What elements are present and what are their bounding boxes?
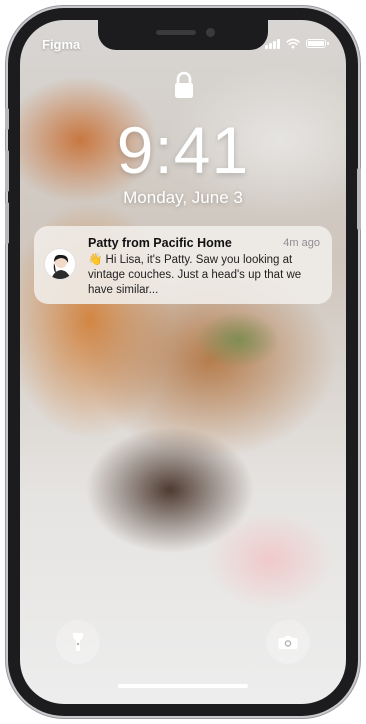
volume-down-button (5, 202, 9, 244)
flashlight-button[interactable] (56, 620, 100, 664)
lock-screen-date: Monday, June 3 (123, 188, 243, 207)
notification-timestamp: 4m ago (283, 237, 320, 249)
speaker-grille (156, 30, 196, 35)
notification-card[interactable]: Patty from Pacific Home 4m ago 👋 Hi Lisa… (34, 226, 332, 304)
lock-screen-time: 9:41 (116, 113, 250, 187)
mute-switch (5, 108, 9, 130)
notch (98, 20, 268, 50)
status-icons (265, 38, 329, 49)
camera-button[interactable] (266, 620, 310, 664)
signal-icon (265, 38, 280, 49)
battery-icon (306, 39, 329, 48)
power-button (357, 168, 361, 230)
front-camera (206, 28, 215, 37)
lock-icon (175, 71, 193, 98)
home-indicator[interactable] (118, 684, 248, 688)
lock-screen[interactable]: Figma 9:41 Monday, June 3 Patty from Pac… (20, 20, 346, 704)
notification-body: 👋 Hi Lisa, it's Patty. Saw you looking a… (88, 254, 302, 296)
flashlight-icon (73, 633, 83, 651)
avatar (44, 248, 76, 280)
volume-up-button (5, 150, 9, 192)
camera-icon (278, 636, 298, 649)
carrier-label: Figma (42, 37, 81, 52)
wifi-icon (286, 38, 300, 49)
